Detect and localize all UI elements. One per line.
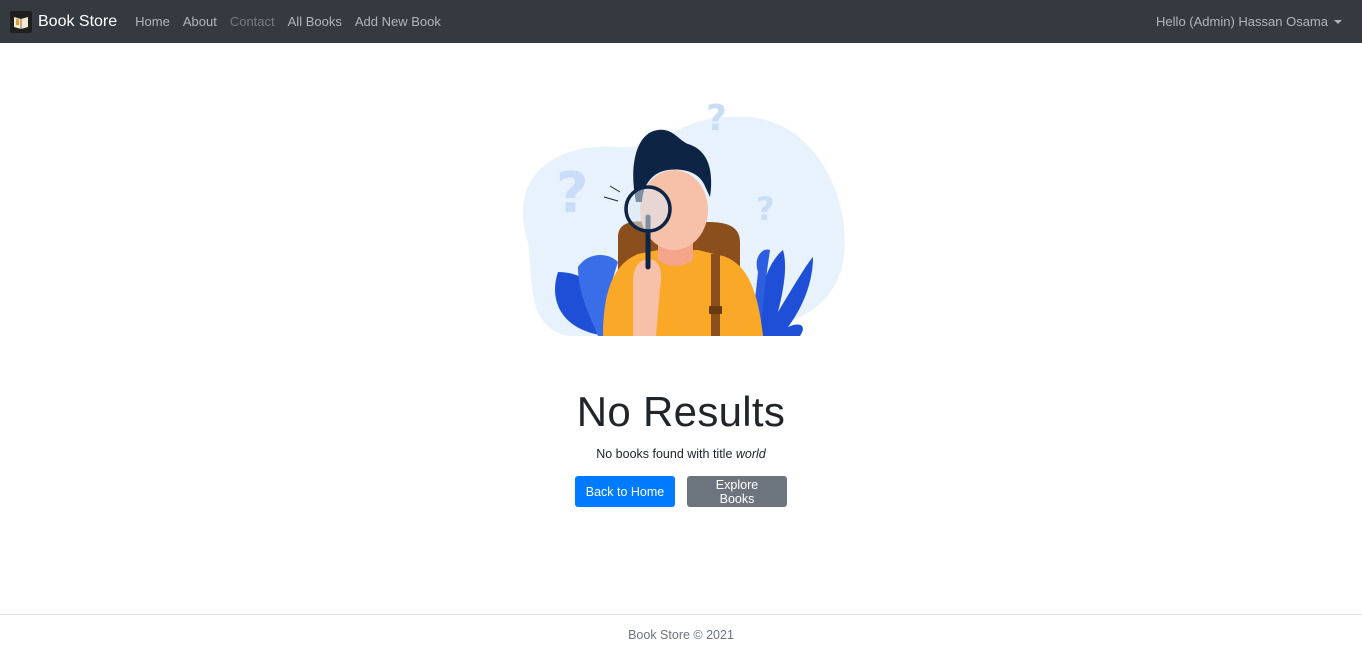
navbar: Book Store Home About Contact All Books … (0, 0, 1362, 43)
explore-books-button[interactable]: Explore Books (687, 476, 787, 507)
user-greeting: Hello (Admin) Hassan Osama (1156, 14, 1328, 29)
nav-link-all-books[interactable]: All Books (288, 14, 342, 29)
nav-link-home[interactable]: Home (135, 14, 170, 29)
nav-link-contact[interactable]: Contact (230, 14, 275, 29)
nav-link-add-new-book[interactable]: Add New Book (355, 14, 441, 29)
svg-text:?: ? (706, 98, 727, 139)
brand-name: Book Store (38, 12, 118, 30)
search-person-illustration: ? ? ? (522, 98, 845, 336)
caret-down-icon (1334, 20, 1342, 24)
message-text: No books found with title (596, 447, 736, 461)
user-dropdown[interactable]: Hello (Admin) Hassan Osama (1156, 0, 1342, 43)
footer-text: Book Store © 2021 (628, 628, 734, 642)
search-query: world (735, 447, 766, 461)
nav-links: Home About Contact All Books Add New Boo… (135, 14, 454, 29)
svg-text:?: ? (756, 190, 775, 228)
brand-link[interactable]: Book Store (10, 10, 118, 33)
footer: Book Store © 2021 (0, 614, 1362, 656)
arm (633, 259, 662, 336)
page-title: No Results (576, 388, 786, 435)
svg-text:?: ? (556, 161, 588, 226)
action-buttons: Back to Home Explore Books (0, 476, 1362, 507)
nav-link-about[interactable]: About (183, 14, 217, 29)
back-to-home-button[interactable]: Back to Home (575, 476, 675, 507)
magnifier-icon (624, 185, 672, 233)
book-logo-icon (10, 10, 32, 33)
no-results-message: No books found with title world (0, 447, 1362, 461)
